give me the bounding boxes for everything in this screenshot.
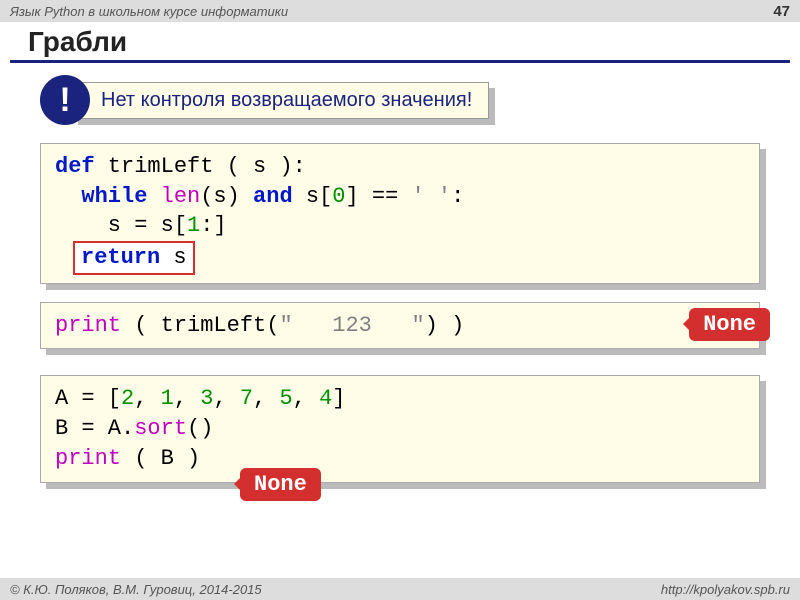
slide-title: Грабли bbox=[10, 22, 790, 63]
footer-url: http://kpolyakov.spb.ru bbox=[661, 582, 790, 597]
warning-text: Нет контроля возвращаемого значения! bbox=[72, 82, 489, 119]
code-block-3: A = [2, 1, 3, 7, 5, 4] B = A.sort() prin… bbox=[40, 375, 760, 482]
header-bar: Язык Python в школьном курсе информатики… bbox=[0, 0, 800, 22]
course-title: Язык Python в школьном курсе информатики bbox=[10, 4, 288, 19]
copyright: © К.Ю. Поляков, В.М. Гуровиц, 2014-2015 bbox=[10, 582, 262, 597]
return-highlight: return s bbox=[73, 241, 195, 275]
code-block-2: print ( trimLeft(" 123 ") ) None bbox=[40, 302, 760, 350]
exclamation-icon: ! bbox=[40, 75, 90, 125]
footer-bar: © К.Ю. Поляков, В.М. Гуровиц, 2014-2015 … bbox=[0, 578, 800, 600]
warning-row: ! Нет контроля возвращаемого значения! bbox=[40, 75, 800, 125]
callout-none-2: None bbox=[240, 468, 321, 501]
page-number: 47 bbox=[773, 3, 790, 20]
callout-none-1: None bbox=[689, 308, 770, 341]
code-block-1: def trimLeft ( s ): while len(s) and s[0… bbox=[40, 143, 760, 284]
